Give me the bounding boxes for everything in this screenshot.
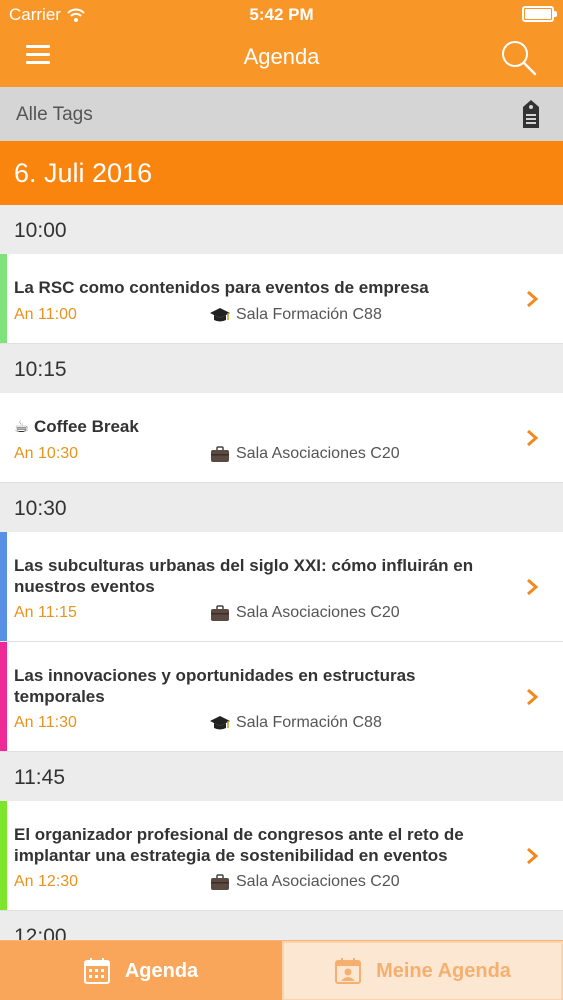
chevron-right-icon [527, 578, 539, 596]
session-title: Las innovaciones y oportunidades en estr… [14, 666, 416, 706]
agenda-item[interactable]: Las innovaciones y oportunidades en estr… [0, 642, 563, 752]
calendar-person-icon [335, 958, 362, 984]
agenda-item[interactable]: El organizador profesional de congresos … [0, 801, 563, 911]
agenda-item[interactable]: ☕ Coffee Break An 10:30 Sala Asociacione… [0, 393, 563, 483]
date-label: 6. Juli 2016 [14, 158, 153, 188]
briefcase-icon [211, 604, 229, 621]
chevron-right-icon [527, 688, 539, 706]
nav-title: Agenda [243, 44, 320, 69]
session-title: La RSC como contenidos para eventos de e… [14, 278, 429, 297]
tab-meine-agenda[interactable]: Meine Agenda [282, 941, 563, 1000]
session-title: Las subculturas urbanas del siglo XXI: c… [14, 556, 474, 596]
category-stripe [0, 642, 7, 751]
category-stripe [0, 801, 7, 910]
chevron-right-icon [527, 847, 539, 865]
room-label: Sala Asociaciones C20 [236, 873, 400, 890]
session-room: Sala Formación C88 [210, 714, 382, 732]
time-header: 10:30 [0, 483, 563, 532]
app-header: Carrier 5:42 PM Agenda [0, 0, 563, 87]
battery-icon [522, 6, 557, 22]
status-bar: Carrier 5:42 PM [0, 0, 563, 30]
session-time: An 10:30 [14, 445, 79, 462]
tab-meine-agenda-label: Meine Agenda [376, 959, 511, 982]
agenda-list[interactable]: 10:00 La RSC como contenidos para evento… [0, 205, 563, 940]
filter-label: Alle Tags [16, 104, 93, 125]
session-room: Sala Asociaciones C20 [210, 873, 400, 891]
briefcase-icon [211, 445, 229, 462]
time-header: 11:45 [0, 752, 563, 801]
time-header: 12:00 [0, 911, 563, 940]
time-header: 10:00 [0, 205, 563, 254]
session-title: ☕ Coffee Break [14, 417, 139, 436]
tag-filter-bar[interactable]: Alle Tags [0, 87, 563, 141]
nav-bar: Agenda [0, 30, 563, 87]
session-time: An 12:30 [14, 873, 79, 890]
agenda-item[interactable]: La RSC como contenidos para eventos de e… [0, 254, 563, 344]
tab-bar: Agenda Meine Agenda [0, 940, 563, 1000]
graduation-cap-icon [210, 716, 230, 730]
tab-agenda[interactable]: Agenda [0, 941, 281, 1000]
session-time: An 11:30 [14, 714, 77, 731]
tag-filter-icon[interactable] [519, 98, 543, 130]
briefcase-icon [211, 873, 229, 890]
session-time: An 11:15 [14, 604, 77, 621]
search-icon[interactable] [499, 38, 539, 78]
chevron-right-icon [527, 429, 539, 447]
session-room: Sala Asociaciones C20 [210, 604, 400, 622]
room-label: Sala Formación C88 [236, 714, 382, 731]
session-title: El organizador profesional de congresos … [14, 825, 464, 865]
tab-agenda-label: Agenda [124, 959, 199, 982]
calendar-icon [83, 958, 110, 984]
graduation-cap-icon [210, 308, 230, 322]
room-label: Sala Formación C88 [236, 306, 382, 323]
category-stripe [0, 532, 7, 641]
chevron-right-icon [527, 290, 539, 308]
session-room: Sala Formación C88 [210, 306, 382, 324]
time-header: 10:15 [0, 344, 563, 393]
session-time: An 11:00 [14, 306, 77, 323]
room-label: Sala Asociaciones C20 [236, 604, 400, 621]
room-label: Sala Asociaciones C20 [236, 445, 400, 462]
session-room: Sala Asociaciones C20 [210, 445, 400, 463]
category-stripe [0, 254, 7, 343]
agenda-item[interactable]: Las subculturas urbanas del siglo XXI: c… [0, 532, 563, 642]
date-header: 6. Juli 2016 [0, 141, 563, 205]
status-time: 5:42 PM [249, 5, 314, 24]
